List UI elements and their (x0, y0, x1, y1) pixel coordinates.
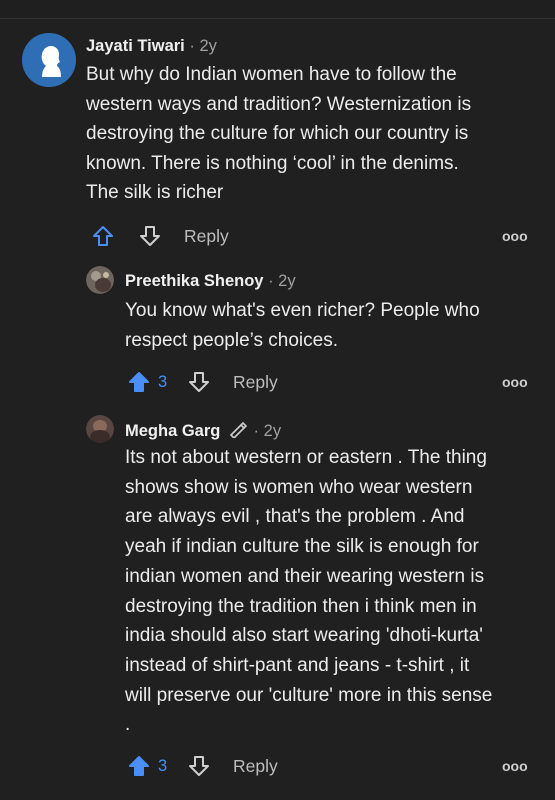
reply-button[interactable]: Reply (184, 226, 229, 247)
reply-button[interactable]: Reply (233, 372, 278, 393)
comment-line: are always evil , that's the problem . A… (125, 506, 465, 528)
separator-dot: · (268, 272, 274, 290)
avatar[interactable] (22, 33, 76, 87)
avatar[interactable] (86, 415, 114, 443)
comment-actions: 3 Reply ooo (0, 751, 555, 781)
upvote-count: 3 (158, 757, 168, 775)
comment-line: india should also start wearing 'dhoti-k… (125, 625, 483, 647)
comment-line: destroying the tradition then i think me… (125, 595, 477, 617)
comment-line: respect people’s choices. (125, 329, 338, 351)
comment-line: . (125, 714, 131, 736)
comment-line: will preserve our 'culture' more in this… (125, 684, 493, 706)
comment-line: instead of shirt-pant and jeans - t-shir… (125, 654, 470, 676)
more-options-icon[interactable]: ooo (502, 228, 528, 244)
more-options-icon[interactable]: ooo (502, 758, 528, 774)
comment-line: You know what's even richer? People who (125, 300, 480, 321)
comment-line: destroying the culture for which our cou… (86, 123, 469, 144)
downvote-arrow-icon (189, 756, 209, 776)
person-silhouette-icon (22, 33, 76, 87)
comment-megha: Megha Garg · 2y Its not about western or… (0, 405, 555, 800)
comment-text: But why do Indian women have to follow t… (86, 60, 546, 208)
comment-jayati: Jayati Tiwari · 2y But why do Indian wom… (0, 0, 555, 260)
upvote-arrow-icon (129, 756, 149, 776)
upvote-button[interactable] (126, 753, 152, 779)
upvote-arrow-icon (129, 372, 149, 392)
downvote-button[interactable] (186, 369, 212, 395)
upvote-arrow-icon (93, 226, 113, 246)
comment-line: yeah if indian culture the silk is enoug… (125, 536, 479, 558)
downvote-button[interactable] (186, 753, 212, 779)
downvote-arrow-icon (189, 372, 209, 392)
more-options-icon[interactable]: ooo (502, 374, 528, 390)
timestamp: 2y (263, 422, 282, 440)
comment-meta: Megha Garg · 2y (125, 420, 281, 441)
user-photo-icon (86, 266, 114, 294)
separator-dot: · (253, 422, 260, 440)
comment-meta: Preethika Shenoy · 2y (125, 272, 296, 291)
comment-actions: 3 Reply ooo (0, 367, 555, 397)
comment-line: Its not about western or eastern . The t… (125, 447, 487, 468)
user-photo-icon (86, 415, 114, 443)
downvote-arrow-icon (140, 226, 160, 246)
avatar[interactable] (86, 266, 114, 294)
separator-dot: · (189, 37, 195, 55)
comment-line: indian women and their wearing western i… (125, 565, 485, 587)
comment-line: The silk is richer (86, 182, 224, 203)
comment-line: known. There is nothing ‘cool’ in the de… (86, 152, 459, 174)
comment-line: western ways and tradition? Westernizati… (86, 93, 472, 115)
author-name[interactable]: Jayati Tiwari (86, 37, 185, 55)
author-name[interactable]: Preethika Shenoy (125, 272, 263, 290)
author-name[interactable]: Megha Garg (125, 422, 220, 440)
timestamp: 2y (199, 37, 217, 55)
timestamp: 2y (278, 272, 296, 290)
upvote-button[interactable] (90, 223, 116, 249)
comment-actions: Reply ooo (0, 221, 555, 251)
comment-line: shows show is women who wear western (125, 476, 473, 498)
comment-text: Its not about western or eastern . The t… (125, 443, 550, 740)
upvote-count: 3 (158, 373, 168, 391)
upvote-button[interactable] (126, 369, 152, 395)
downvote-button[interactable] (137, 223, 163, 249)
comment-meta: Jayati Tiwari · 2y (86, 37, 217, 56)
comment-text: You know what's even richer? People who … (125, 296, 550, 355)
comment-line: But why do Indian women have to follow t… (86, 64, 457, 85)
pencil-badge-icon (229, 421, 248, 438)
comment-preethika: Preethika Shenoy · 2y You know what's ev… (0, 260, 555, 405)
reply-button[interactable]: Reply (233, 756, 278, 777)
